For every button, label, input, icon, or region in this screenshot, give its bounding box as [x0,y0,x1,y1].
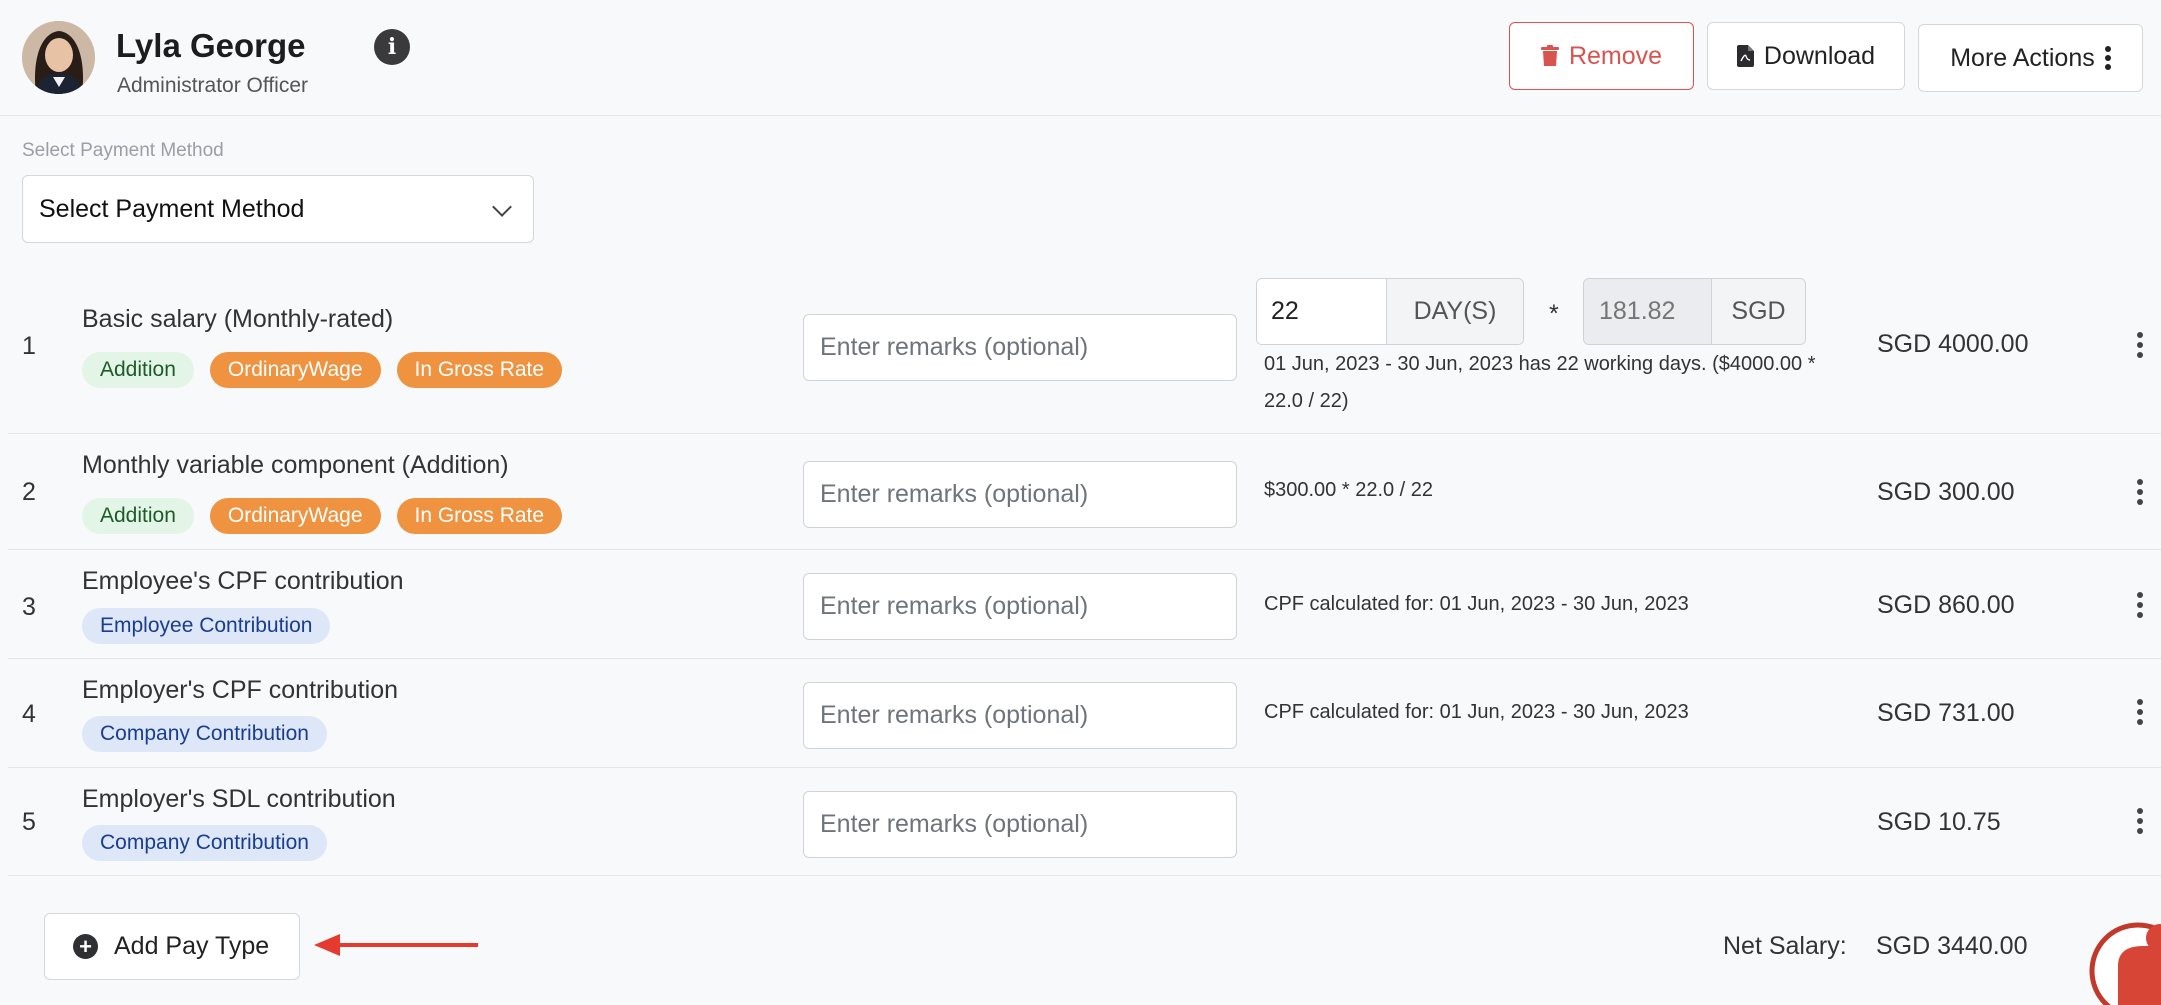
more-actions-button[interactable]: More Actions [1918,24,2143,92]
info-circle-icon[interactable]: i [374,29,410,65]
pay-item-row: 5 Employer's SDL contribution Company Co… [8,768,2161,876]
rate-unit-label: SGD [1711,279,1805,344]
row-number: 2 [22,478,36,506]
in-gross-rate-badge: In Gross Rate [396,498,563,534]
calculation-text: $300.00 * 22.0 / 22 [1264,479,1434,501]
pay-item-row: 3 Employee's CPF contribution Employee C… [8,550,2161,659]
calculation-text: 01 Jun, 2023 - 30 Jun, 2023 has 22 worki… [1264,346,1816,420]
row-menu-icon[interactable] [2130,479,2150,505]
badge-group: Company Contribution [82,825,327,861]
row-number: 1 [22,332,36,360]
user-role: Administrator Officer [117,74,308,97]
rate-input[interactable] [1584,279,1711,344]
page-header: Lyla George Administrator Officer i Remo… [0,0,2161,116]
ordinary-wage-badge: OrdinaryWage [209,352,381,388]
row-number: 3 [22,593,36,621]
employee-contribution-badge: Employee Contribution [82,608,331,644]
remarks-input[interactable] [803,314,1237,381]
payment-method-select[interactable]: Select Payment Method [22,175,534,243]
download-label: Download [1763,41,1876,70]
in-gross-rate-badge: In Gross Rate [396,352,563,388]
row-menu-icon[interactable] [2130,592,2150,618]
pay-item-title: Employee's CPF contribution [82,567,404,595]
kebab-vertical-icon [2104,46,2111,70]
pay-item-title: Employer's CPF contribution [82,676,399,704]
remarks-input[interactable] [803,461,1237,528]
calculation-line: 22.0 / 22) [1264,390,1349,412]
trash-icon [1540,45,1559,66]
remarks-input[interactable] [803,682,1237,749]
annotation-arrow-icon [314,934,478,956]
payment-method-label: Select Payment Method [22,140,224,161]
row-amount: SGD 300.00 [1877,478,2015,506]
company-contribution-badge: Company Contribution [82,716,327,752]
add-pay-type-button[interactable]: + Add Pay Type [44,913,300,980]
addition-badge: Addition [82,498,194,534]
days-unit-label: DAY(S) [1386,279,1523,344]
plus-circle-icon: + [73,934,98,959]
net-salary-label: Net Salary: [1723,932,1847,960]
pay-item-row: 1 Basic salary (Monthly-rated) Addition … [8,272,2161,434]
row-amount: SGD 860.00 [1877,591,2015,619]
row-amount: SGD 4000.00 [1877,330,2029,358]
row-number: 4 [22,700,36,728]
row-number: 5 [22,808,36,836]
badge-group: Addition OrdinaryWage In Gross Rate [82,498,563,534]
more-actions-label: More Actions [1950,43,2095,72]
row-menu-icon[interactable] [2130,332,2150,358]
remarks-input[interactable] [803,791,1237,858]
calculation-line: 01 Jun, 2023 - 30 Jun, 2023 has 22 worki… [1264,353,1816,375]
addition-badge: Addition [82,352,194,388]
pay-item-title: Basic salary (Monthly-rated) [82,305,394,333]
help-chat-icon[interactable] [2088,916,2161,1005]
days-input-group: DAY(S) [1256,278,1524,345]
remove-button[interactable]: Remove [1509,22,1694,90]
days-input[interactable] [1257,279,1386,344]
user-name: Lyla George [116,27,306,64]
calculation-text: CPF calculated for: 01 Jun, 2023 - 30 Ju… [1264,701,1689,723]
pay-item-title: Employer's SDL contribution [82,785,396,813]
remove-label: Remove [1568,41,1663,70]
row-amount: SGD 10.75 [1877,808,2001,836]
chevron-down-icon [492,197,512,217]
remarks-input[interactable] [803,573,1237,640]
ordinary-wage-badge: OrdinaryWage [209,498,381,534]
pay-item-row: 2 Monthly variable component (Addition) … [8,434,2161,550]
multiply-sign: * [1549,300,1559,328]
net-salary-value: SGD 3440.00 [1876,932,2028,960]
avatar [22,21,95,94]
badge-group: Company Contribution [82,716,327,752]
calculation-text: CPF calculated for: 01 Jun, 2023 - 30 Ju… [1264,593,1689,615]
row-menu-icon[interactable] [2130,699,2150,725]
payment-method-value: Select Payment Method [39,194,305,223]
company-contribution-badge: Company Contribution [82,825,327,861]
pdf-file-icon [1736,45,1754,67]
row-amount: SGD 731.00 [1877,699,2015,727]
pay-item-title: Monthly variable component (Addition) [82,451,509,479]
rate-input-group: SGD [1583,278,1806,345]
badge-group: Employee Contribution [82,608,331,644]
pay-item-row: 4 Employer's CPF contribution Company Co… [8,659,2161,768]
row-menu-icon[interactable] [2130,808,2150,834]
badge-group: Addition OrdinaryWage In Gross Rate [82,352,563,388]
add-pay-type-label: Add Pay Type [114,932,270,960]
download-button[interactable]: Download [1707,22,1905,90]
